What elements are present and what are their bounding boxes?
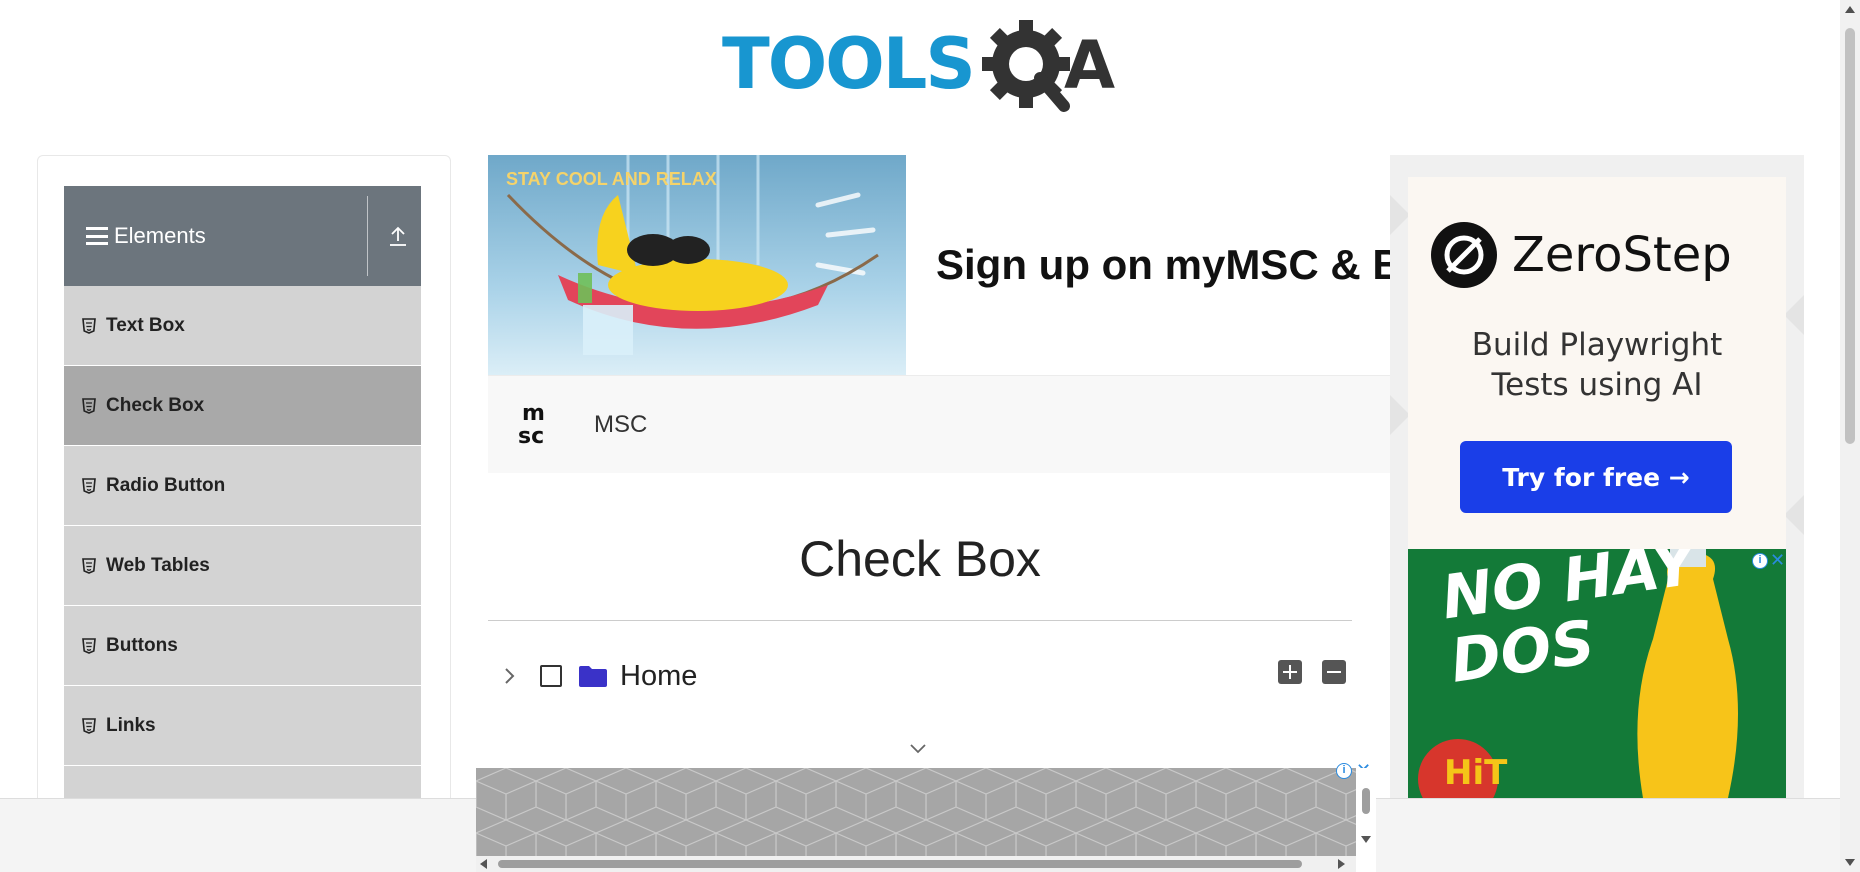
html5-icon (82, 317, 96, 334)
scrollbar-thumb[interactable] (1362, 788, 1370, 814)
sidebar-item-label: Radio Button (106, 474, 226, 496)
sidebar-item-label: Text Box (106, 314, 185, 336)
ad-tagline: Build Playwright Tests using AI (1408, 325, 1786, 405)
svg-text:A: A (1064, 27, 1115, 104)
ad-banner-image: STAY COOL AND RELAX (488, 155, 906, 375)
html5-icon (82, 637, 96, 654)
page-scrollbar[interactable] (1840, 0, 1860, 872)
ad-tagline-line1: Build Playwright (1471, 327, 1723, 363)
page-title: Check Box (799, 531, 1041, 587)
bottom-ad-horizontal-scrollbar[interactable] (476, 856, 1356, 872)
scroll-right-arrow-icon[interactable] (1338, 859, 1345, 869)
msc-logo: m sc (518, 401, 545, 448)
toolsqa-logo[interactable]: TOOLS A (722, 18, 1124, 114)
ad-footer: m sc MSC (488, 375, 1390, 473)
html5-icon (82, 557, 96, 574)
chevron-down-icon (910, 744, 926, 754)
ad-advertiser-name: MSC (594, 411, 648, 438)
header-divider (367, 196, 368, 276)
ad-juice-brand: HiT (1444, 753, 1508, 793)
svg-text:TOOLS: TOOLS (722, 23, 974, 105)
zerostep-logo-icon (1431, 222, 1497, 288)
scroll-left-arrow-icon[interactable] (480, 859, 487, 869)
sidebar-group-elements[interactable]: Elements (64, 186, 421, 286)
try-for-free-button[interactable]: Try for free → (1460, 441, 1732, 513)
sidebar-item-label: Check Box (106, 394, 205, 416)
ad-banner-text: STAY COOL AND RELAX (506, 169, 717, 189)
tree-node-home: Home (496, 656, 697, 696)
sidebar-item-text-box[interactable]: Text Box (64, 286, 421, 366)
html5-icon (82, 397, 96, 414)
expand-all-button[interactable] (1278, 660, 1302, 684)
scrollbar-thumb[interactable] (498, 860, 1302, 868)
title-divider (488, 620, 1352, 621)
adchoices-icon[interactable]: i (1336, 763, 1352, 779)
tree-node-label[interactable]: Home (620, 660, 697, 693)
ad-zerostep[interactable]: ZeroStep Build Playwright Tests using AI… (1408, 177, 1786, 549)
ad-tagline-line2: Tests using AI (1491, 367, 1703, 403)
ad-close-icon[interactable]: ✕ (1770, 551, 1785, 569)
ad-sidebar-right[interactable]: ZeroStep Build Playwright Tests using AI… (1390, 155, 1804, 798)
adchoices-icon[interactable]: i (1752, 553, 1768, 569)
sidebar-item-web-tables[interactable]: Web Tables (64, 526, 421, 606)
html5-icon (82, 717, 96, 734)
scrollbar-thumb[interactable] (1845, 28, 1855, 444)
ad-brand-name: ZeroStep (1512, 227, 1732, 283)
bottom-ad-vertical-scrollbar[interactable] (1356, 768, 1376, 872)
sidebar-item-check-box[interactable]: Check Box (64, 366, 421, 446)
sidebar-item-radio-button[interactable]: Radio Button (64, 446, 421, 526)
sidebar-menu: Text Box Check Box Radio Button Web Tabl… (64, 286, 421, 846)
sidebar-item-label: Links (106, 714, 156, 736)
folder-icon (579, 666, 607, 687)
sidebar-item-buttons[interactable]: Buttons (64, 606, 421, 686)
collapse-arrow-up-icon[interactable] (387, 224, 409, 248)
page: TOOLS A Elements Text Box Check Box Radi… (0, 0, 1860, 872)
sidebar-item-label: Web Tables (106, 554, 210, 576)
ad-headline-area: Sign up on myMSC & B (906, 155, 1390, 375)
hamburger-icon (86, 227, 108, 245)
svg-text:sc: sc (518, 424, 544, 448)
sidebar-item-links[interactable]: Links (64, 686, 421, 766)
scroll-up-arrow-icon[interactable] (1845, 6, 1855, 13)
sidebar-item-label: Buttons (106, 634, 178, 656)
ad-banner-top[interactable]: STAY COOL AND RELAX Sign up on myMSC & B… (488, 155, 1390, 473)
chevron-right-icon[interactable] (496, 662, 524, 690)
html5-icon (82, 477, 96, 494)
home-checkbox[interactable] (540, 665, 562, 687)
bottom-ad-frame[interactable] (476, 768, 1356, 856)
sidebar-group-title: Elements (114, 223, 206, 248)
collapse-all-button[interactable] (1322, 660, 1346, 684)
ad-juice[interactable]: NO HAY DOS HiT i ✕ (1408, 549, 1786, 798)
scroll-down-arrow-icon[interactable] (1361, 836, 1371, 843)
ad-headline: Sign up on myMSC & B (936, 241, 1390, 288)
svg-text:m: m (522, 401, 545, 426)
ad-hexagon-pattern (476, 768, 1356, 856)
scroll-down-arrow-icon[interactable] (1845, 859, 1855, 866)
